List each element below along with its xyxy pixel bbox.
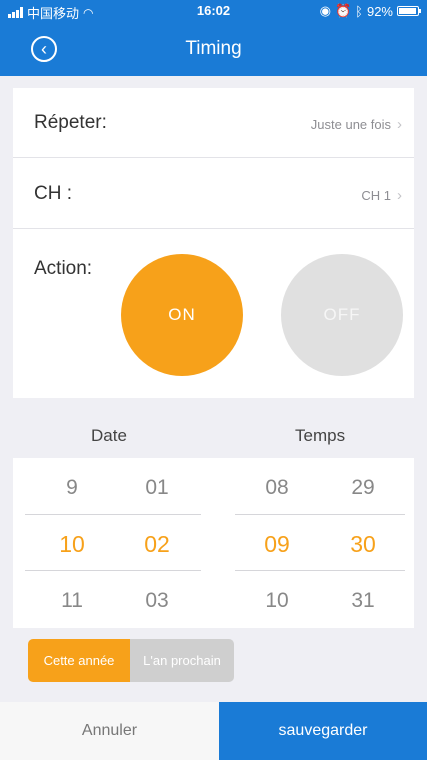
month-selected[interactable]: 02 (127, 531, 187, 558)
channel-value-wrap: CH 1 › (361, 187, 402, 204)
battery-percent: 92% (366, 3, 393, 19)
year-toggle: Cette année L'an prochain (28, 639, 234, 682)
picker-divider (235, 570, 405, 571)
battery-icon (397, 6, 421, 16)
channel-label: CH : (34, 183, 72, 204)
status-right: ◉ ⏰ ᛒ 92% (319, 3, 421, 19)
bottom-bar: Annuler sauvegarder (0, 702, 427, 760)
minute-selected[interactable]: 30 (333, 531, 393, 558)
date-time-picker: 9 10 11 01 02 03 08 09 10 29 30 31 (13, 458, 414, 628)
repeat-label: Répeter: (34, 112, 107, 133)
channel-value: CH 1 (361, 188, 391, 203)
picker-divider (25, 570, 201, 571)
hour-prev[interactable]: 08 (247, 476, 307, 500)
bluetooth-icon: ᛒ (355, 3, 363, 19)
date-header: Date (91, 426, 127, 445)
rotation-lock-icon: ◉ (319, 3, 331, 18)
chevron-right-icon: › (397, 187, 402, 204)
action-row: Action: ON OFF (13, 230, 414, 398)
hour-next[interactable]: 10 (247, 589, 307, 613)
repeat-row[interactable]: Répeter: Juste une fois › (13, 88, 414, 158)
chevron-right-icon: › (397, 116, 402, 133)
status-bar: 中国移动 ◠ 16:02 ◉ ⏰ ᛒ 92% (0, 0, 427, 22)
minute-prev[interactable]: 29 (333, 476, 393, 500)
channel-row[interactable]: CH : CH 1 › (13, 159, 414, 229)
repeat-value: Juste une fois (310, 117, 391, 132)
this-year-button[interactable]: Cette année (28, 639, 130, 682)
minute-next[interactable]: 31 (333, 589, 393, 613)
page-title: Timing (185, 38, 242, 59)
time-header: Temps (295, 426, 346, 445)
on-button[interactable]: ON (121, 254, 243, 376)
hour-selected[interactable]: 09 (247, 531, 307, 558)
nav-bar: ‹ Timing (0, 22, 427, 76)
next-year-button[interactable]: L'an prochain (130, 639, 234, 682)
battery-fill (399, 8, 416, 14)
day-prev[interactable]: 9 (42, 476, 102, 500)
alarm-icon: ⏰ (334, 3, 352, 18)
action-label: Action: (34, 258, 93, 279)
day-selected[interactable]: 10 (42, 531, 102, 558)
day-next[interactable]: 11 (42, 589, 102, 613)
save-button[interactable]: sauvegarder (219, 702, 427, 760)
month-next[interactable]: 03 (127, 589, 187, 613)
cancel-button[interactable]: Annuler (0, 702, 219, 760)
off-button[interactable]: OFF (281, 254, 403, 376)
settings-card: Répeter: Juste une fois › CH : CH 1 › Acti… (13, 88, 414, 398)
repeat-value-wrap: Juste une fois › (311, 116, 402, 133)
picker-divider (235, 514, 405, 515)
month-prev[interactable]: 01 (127, 476, 187, 500)
picker-divider (25, 514, 201, 515)
